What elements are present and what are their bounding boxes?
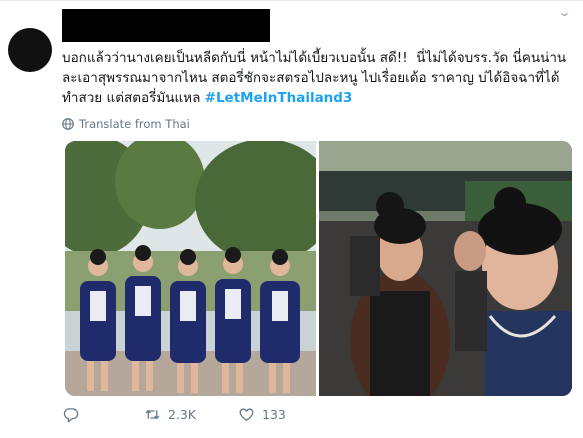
chevron-down-icon[interactable]: ⌄ — [558, 6, 571, 19]
translate-link[interactable]: Translate from Thai — [62, 117, 190, 131]
reply-icon — [63, 407, 79, 422]
photo-cheerleaders[interactable] — [65, 141, 335, 396]
top-divider — [0, 0, 583, 1]
like-count: 133 — [262, 406, 286, 422]
hashtag-link[interactable]: #LetMeInThailand3 — [205, 90, 353, 106]
avatar-redacted[interactable] — [8, 28, 52, 72]
photo-crowd[interactable] — [319, 141, 572, 396]
retweet-button[interactable]: 2.3K — [144, 406, 230, 423]
retweet-count: 2.3K — [168, 406, 197, 422]
tweet-actions: 2.3K 133 — [62, 404, 286, 424]
username-redaction — [62, 9, 270, 42]
tweet-text: บอกแล้วว่านางเคยเป็นหลีดกับนี่ หน้าไม่ได… — [62, 48, 574, 108]
reply-button[interactable] — [62, 406, 108, 423]
retweet-icon — [145, 409, 160, 419]
tweet-media[interactable] — [65, 141, 572, 396]
heart-icon — [239, 408, 254, 421]
translate-label: Translate from Thai — [79, 117, 190, 131]
like-button[interactable]: 133 — [238, 406, 286, 423]
globe-icon — [62, 118, 74, 130]
